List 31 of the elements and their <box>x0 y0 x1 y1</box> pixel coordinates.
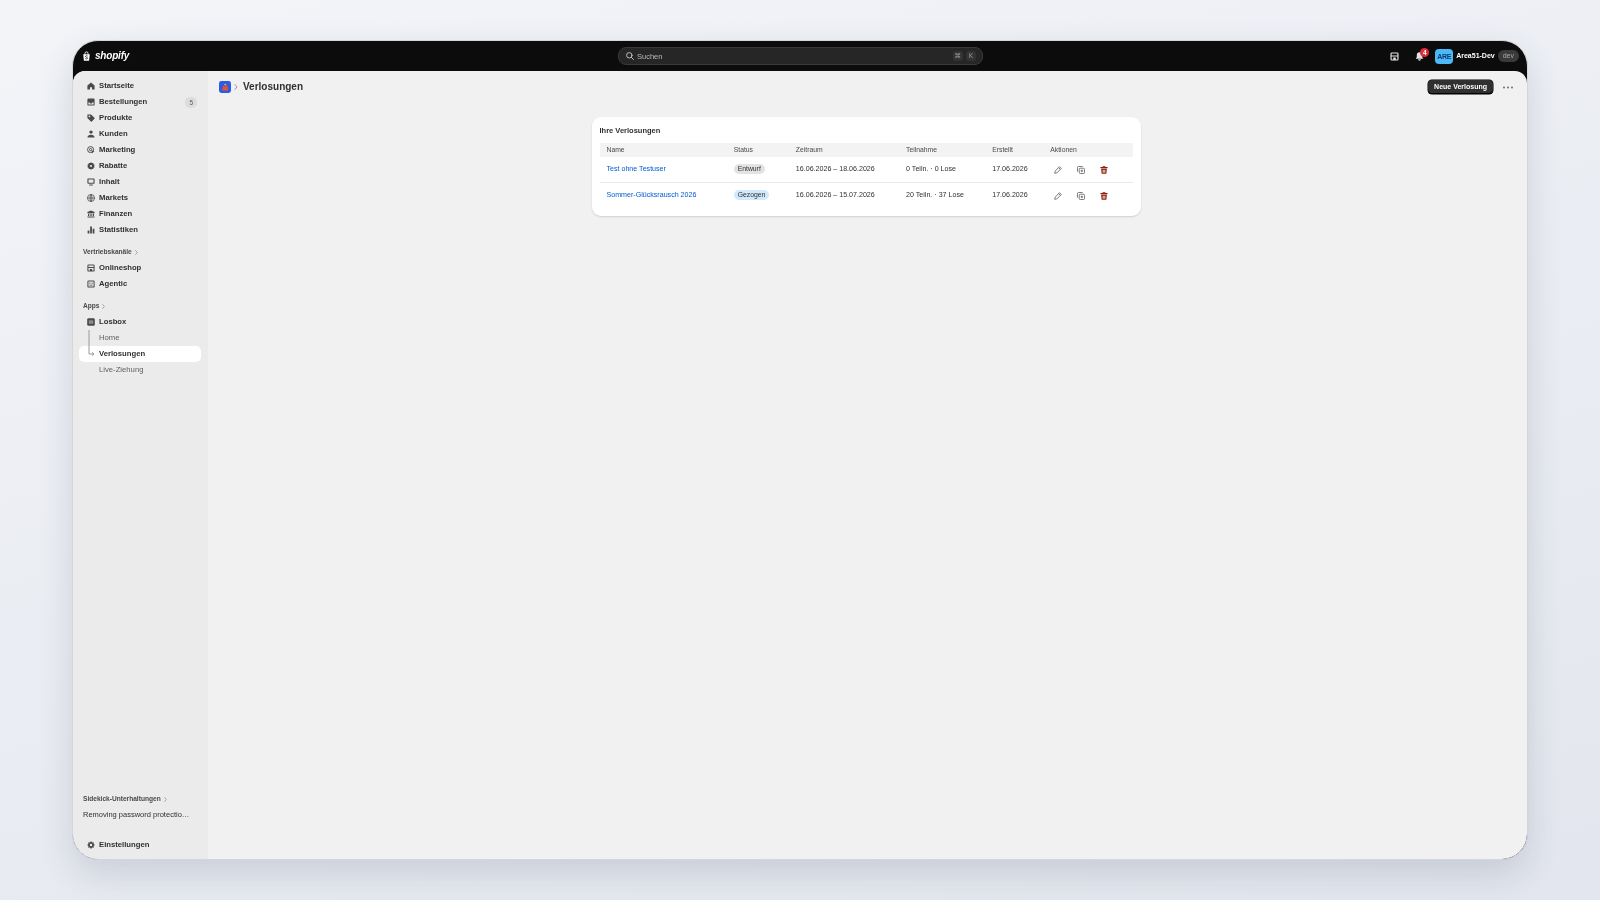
monitor-icon <box>87 178 95 186</box>
store-icon <box>87 264 95 272</box>
copy-icon <box>1077 191 1086 200</box>
copy-icon <box>1077 165 1086 174</box>
trash-icon <box>1100 165 1109 174</box>
gear-icon <box>87 841 95 849</box>
pencil-icon <box>1054 165 1063 174</box>
home-icon <box>87 82 95 90</box>
chevron-icon <box>234 84 238 90</box>
logo-link[interactable]: shopify <box>82 50 130 62</box>
app-tile-icon[interactable] <box>219 81 231 93</box>
search-icon <box>626 52 634 60</box>
globe-icon <box>87 194 95 202</box>
bag-icon <box>82 51 91 61</box>
trash-icon <box>1100 191 1109 200</box>
chevron-icon <box>163 796 167 802</box>
inbox-icon <box>87 98 95 106</box>
more-icon[interactable] <box>1503 85 1513 89</box>
bar-chart-icon <box>87 226 95 234</box>
person-icon <box>87 130 95 138</box>
tag-icon <box>87 114 95 122</box>
pencil-icon <box>1054 191 1063 200</box>
app-tile-icon <box>87 318 95 326</box>
seal-icon <box>87 162 95 170</box>
chevron-icon <box>102 303 106 309</box>
robot-icon <box>87 280 95 288</box>
target-icon <box>87 146 95 154</box>
page-title: Verlosungen <box>243 80 303 94</box>
bank-icon <box>87 210 95 218</box>
chevron-icon <box>134 249 138 255</box>
store-icon[interactable] <box>1390 51 1400 61</box>
